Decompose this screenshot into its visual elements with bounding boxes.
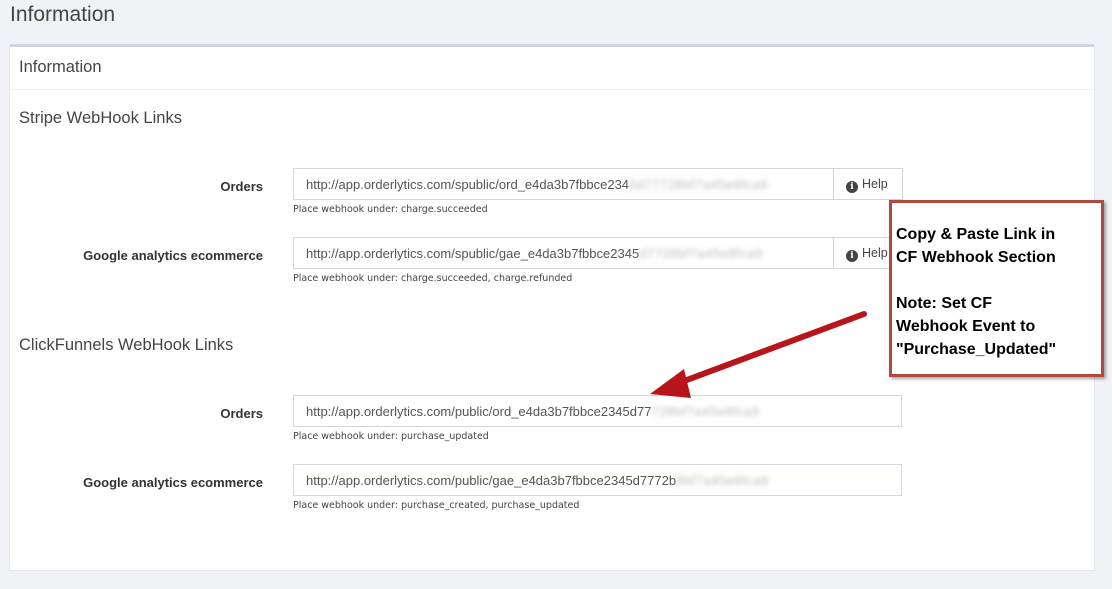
annotation-callout: Copy & Paste Link in CF Webhook Section … <box>889 200 1104 377</box>
stripe-orders-url-field[interactable]: http://app.orderlytics.com/spublic/ord_e… <box>293 168 834 200</box>
callout-instruction: Copy & Paste Link in CF Webhook Section <box>896 226 1056 266</box>
callout-note: Note: Set CF Webhook Event to "Purchase_… <box>896 295 1057 358</box>
info-circle-icon: i <box>846 250 858 262</box>
cf-ga-url-field[interactable]: http://app.orderlytics.com/public/gae_e4… <box>293 464 902 496</box>
stripe-ga-label: Google analytics ecommerce <box>83 248 263 263</box>
panel-title: Information <box>19 58 102 76</box>
stripe-ga-help-button[interactable]: i Help <box>833 237 891 269</box>
cf-orders-label: Orders <box>220 406 263 421</box>
stripe-orders-url-text: http://app.orderlytics.com/spublic/ord_e… <box>306 177 630 192</box>
stripe-orders-help-button[interactable]: i Help <box>833 168 903 200</box>
help-button-label: Help <box>862 246 888 260</box>
stripe-section-title: Stripe WebHook Links <box>19 109 182 127</box>
cf-ga-url-redacted: 8bf7a45e8fca9 <box>676 473 769 488</box>
help-button-label: Help <box>862 177 888 191</box>
stripe-ga-url-field[interactable]: http://app.orderlytics.com/spublic/gae_e… <box>293 237 834 269</box>
clickfunnels-section-title: ClickFunnels WebHook Links <box>19 336 234 354</box>
cf-ga-url-text: http://app.orderlytics.com/public/gae_e4… <box>306 473 677 488</box>
cf-orders-hint: Place webhook under: purchase_updated <box>293 431 489 442</box>
cf-orders-url-field[interactable]: http://app.orderlytics.com/public/ord_e4… <box>293 395 902 427</box>
stripe-ga-url-redacted: d7728bf7a45e8fca9 <box>639 246 763 261</box>
panel-header: Information <box>10 47 1094 90</box>
stripe-ga-hint: Place webhook under: charge.succeeded, c… <box>293 273 573 284</box>
page-title: Information <box>10 3 116 26</box>
info-circle-icon: i <box>846 181 858 193</box>
stripe-orders-label: Orders <box>220 179 263 194</box>
stripe-orders-hint: Place webhook under: charge.succeeded <box>293 204 488 215</box>
cf-orders-url-text: http://app.orderlytics.com/public/ord_e4… <box>306 404 652 419</box>
stripe-orders-url-redacted: 5d77728bf7a45e8fca9 <box>629 177 768 192</box>
cf-ga-hint: Place webhook under: purchase_created, p… <box>293 500 580 511</box>
stripe-ga-url-text: http://app.orderlytics.com/spublic/gae_e… <box>306 246 640 261</box>
cf-ga-label: Google analytics ecommerce <box>83 475 263 490</box>
cf-orders-url-redacted: 728bf7a45e8fca9 <box>651 404 760 419</box>
